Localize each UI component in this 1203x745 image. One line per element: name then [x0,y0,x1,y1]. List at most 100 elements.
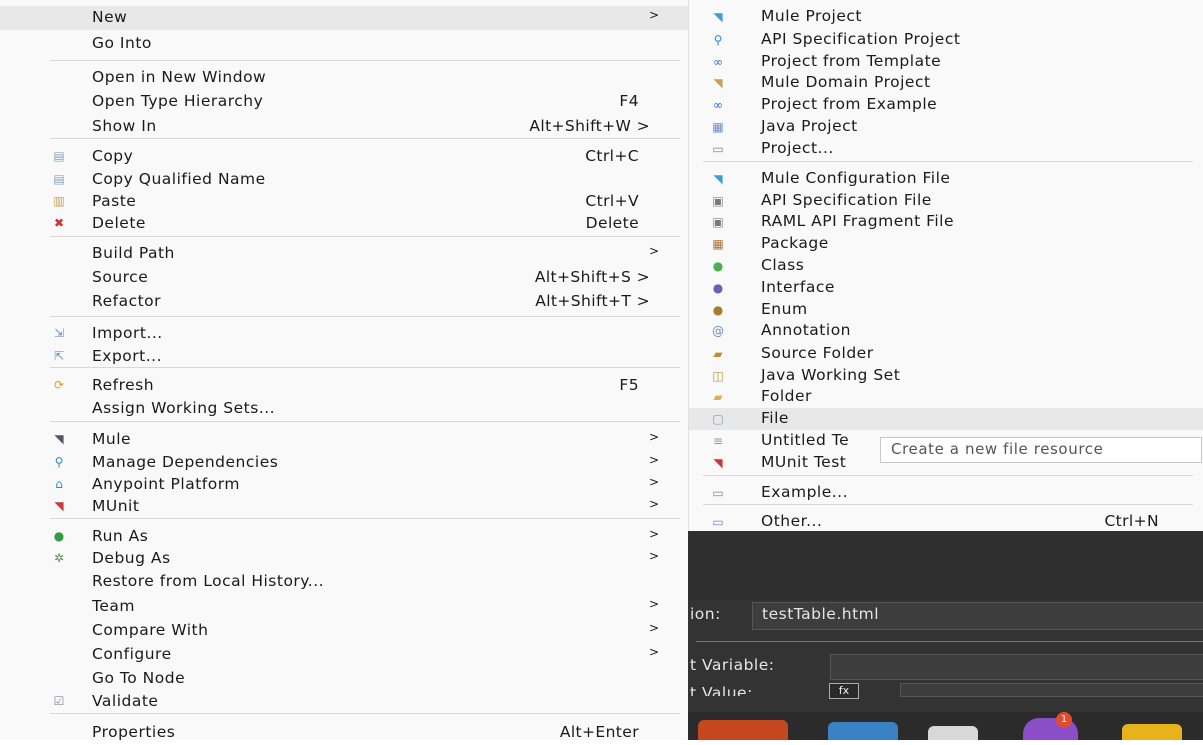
submenu-item-file[interactable]: ▢ File [689,408,1203,430]
submenu-item-example[interactable]: ▭ Example... [689,482,1203,504]
menu-item-open-in-new-window[interactable]: Open in New Window [0,66,688,90]
menu-item-shortcut: F4 [619,92,639,110]
menu-item-label: Configure [92,645,172,663]
validate-icon: ☑ [53,694,65,708]
submenu-item-package[interactable]: ▦ Package [689,233,1203,255]
variable-field[interactable] [830,654,1203,680]
menu-item-restore-from-local-history[interactable]: Restore from Local History... [0,570,688,594]
menu-item-configure[interactable]: Configure > [0,643,688,667]
menu-item-label: Debug As [92,549,171,567]
submenu-item-label: Class [761,256,805,274]
value-label: t Value: [690,684,753,696]
menu-item-refresh[interactable]: ⟳ Refresh F5 [0,374,688,398]
dependencies-icon: ⚲ [54,455,64,469]
menu-item-import[interactable]: ⇲ Import... [0,322,688,346]
menu-item-export[interactable]: ⇱ Export... [0,345,688,369]
submenu-item-java-project[interactable]: ▦ Java Project [689,116,1203,138]
menu-item-compare-with[interactable]: Compare With > [0,619,688,643]
menu-item-show-in[interactable]: Show In Alt+Shift+W > [0,115,688,139]
submenu-item-raml-api-fragment-file[interactable]: ▣ RAML API Fragment File [689,211,1203,233]
taskbar-app-2[interactable] [828,722,898,740]
submenu-item-label: Interface [761,278,835,296]
menu-item-delete[interactable]: ✖ Delete Delete [0,212,688,236]
submenu-item-source-folder[interactable]: ▰ Source Folder [689,343,1203,365]
submenu-item-label: Mule Domain Project [761,73,931,91]
submenu-item-other[interactable]: ▭ Other... Ctrl+N [689,511,1203,533]
fx-button-label: fx [838,684,850,697]
class-icon: ● [712,259,724,273]
submenu-item-api-specification-file[interactable]: ▣ API Specification File [689,190,1203,212]
submenu-item-java-working-set[interactable]: ◫ Java Working Set [689,365,1203,387]
menu-separator [50,60,680,61]
menu-item-go-into[interactable]: Go Into [0,32,688,56]
refresh-icon: ⟳ [53,378,65,392]
mule-icon: ◥ [54,432,64,446]
munit-test-icon: ◥ [713,456,723,470]
submenu-item-label: Java Working Set [761,366,901,384]
menu-item-go-to-node[interactable]: Go To Node [0,667,688,691]
submenu-item-mule-domain-project[interactable]: ◥ Mule Domain Project [689,72,1203,94]
submenu-separator [703,504,1193,505]
submenu-arrow-icon: > [649,8,660,22]
submenu-item-label: RAML API Fragment File [761,212,955,230]
submenu-item-enum[interactable]: ● Enum [689,299,1203,321]
menu-item-properties[interactable]: Properties Alt+Enter [0,721,688,745]
java-project-icon: ▦ [712,120,724,134]
menu-item-mule[interactable]: ◥ Mule > [0,428,688,452]
submenu-item-mule-project[interactable]: ◥ Mule Project [689,6,1203,28]
submenu-item-folder[interactable]: ▰ Folder [689,386,1203,408]
fx-button[interactable]: fx [829,683,859,699]
menu-item-build-path[interactable]: Build Path > [0,242,688,266]
menu-item-label: Assign Working Sets... [92,399,276,417]
menu-item-anypoint-platform[interactable]: ⌂ Anypoint Platform > [0,473,688,497]
menu-item-new[interactable]: New > [0,6,688,30]
mule-project-icon: ◥ [713,10,723,24]
menu-item-munit[interactable]: ◥ MUnit > [0,495,688,519]
menu-item-label: Open Type Hierarchy [92,92,264,110]
text-file-icon: ≡ [712,434,724,448]
submenu-item-label: Mule Project [761,7,862,25]
menu-item-label: Refactor [92,292,162,310]
menu-item-copy-qualified-name[interactable]: ▤ Copy Qualified Name [0,168,688,192]
submenu-item-interface[interactable]: ● Interface [689,277,1203,299]
taskbar-app-5[interactable] [1122,724,1182,740]
menu-item-label: Paste [92,192,137,210]
menu-item-copy[interactable]: ▤ Copy Ctrl+C [0,145,688,169]
menu-item-debug-as[interactable]: ✲ Debug As > [0,547,688,571]
value-field[interactable] [900,683,1203,697]
menu-item-refactor[interactable]: Refactor Alt+Shift+T > [0,290,688,314]
menu-item-label: Anypoint Platform [92,475,240,493]
menu-item-shortcut: F5 [619,376,639,394]
menu-item-manage-dependencies[interactable]: ⚲ Manage Dependencies > [0,451,688,475]
menu-item-source[interactable]: Source Alt+Shift+S > [0,266,688,290]
menu-item-validate[interactable]: ☑ Validate [0,690,688,714]
menu-item-label: Manage Dependencies [92,453,279,471]
submenu-item-project-from-example[interactable]: ∞ Project from Example [689,94,1203,116]
notification-badge: 1 [1056,712,1072,728]
munit-icon: ◥ [54,499,64,513]
menu-item-label: Open in New Window [92,68,267,86]
submenu-item-label: Folder [761,387,812,405]
menu-item-open-type-hierarchy[interactable]: Open Type Hierarchy F4 [0,90,688,114]
menu-item-team[interactable]: Team > [0,595,688,619]
menu-item-paste[interactable]: ▥ Paste Ctrl+V [0,190,688,214]
submenu-arrow-icon: > [649,621,660,635]
taskbar-app-1[interactable] [698,720,788,740]
submenu-item-annotation[interactable]: @ Annotation [689,320,1203,342]
menu-item-label: Show In [92,117,157,135]
submenu-item-mule-configuration-file[interactable]: ◥ Mule Configuration File [689,168,1203,190]
menu-item-assign-working-sets[interactable]: Assign Working Sets... [0,397,688,421]
taskbar-app-3[interactable] [928,726,978,740]
raml-icon: ▣ [712,215,724,229]
submenu-item-label: Project from Template [761,52,942,70]
package-icon: ▦ [712,237,724,251]
submenu-item-api-specification-project[interactable]: ⚲ API Specification Project [689,29,1203,51]
folder-icon: ▰ [713,390,723,404]
location-label: ion: [690,605,721,623]
menu-item-shortcut: Alt+Shift+T > [535,292,650,310]
submenu-item-project-from-template[interactable]: ∞ Project from Template [689,51,1203,73]
menu-item-run-as[interactable]: ● Run As > [0,525,688,549]
submenu-item-class[interactable]: ● Class [689,255,1203,277]
example-icon: ▭ [712,486,724,500]
submenu-item-project[interactable]: ▭ Project... [689,138,1203,160]
